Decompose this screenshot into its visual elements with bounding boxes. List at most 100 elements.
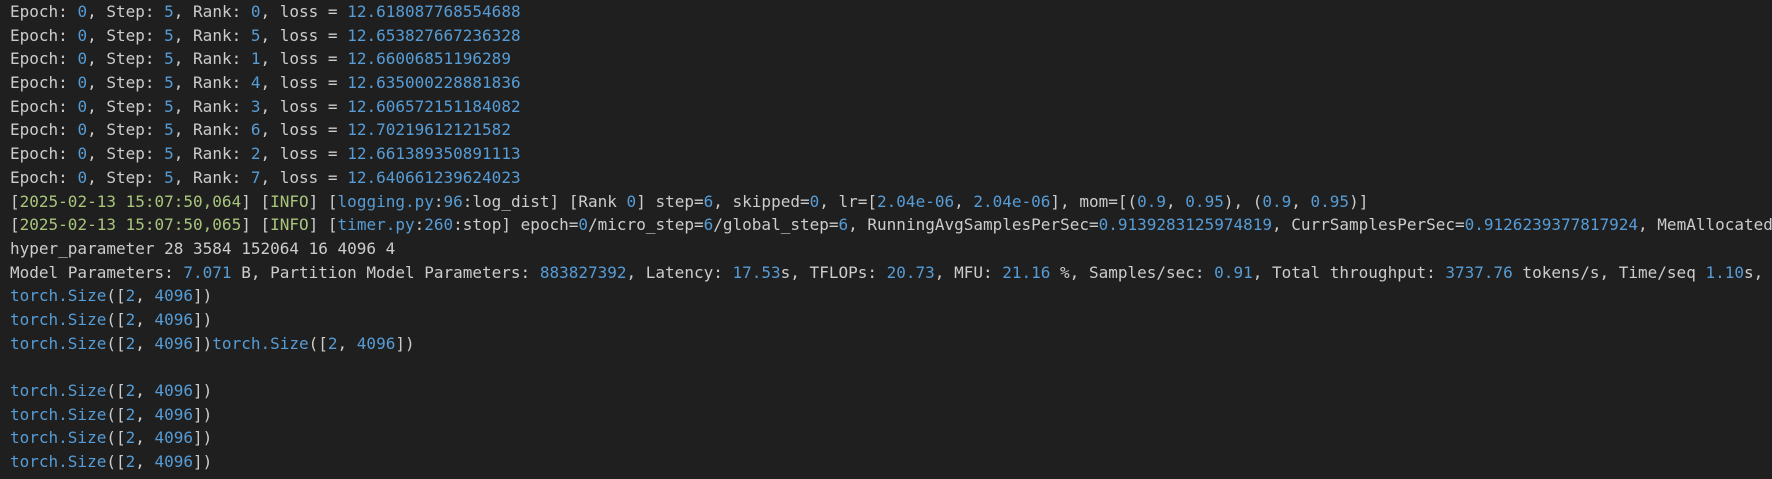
- terminal-text: 12.70219612121582: [347, 120, 511, 140]
- terminal-text: 0: [77, 96, 88, 116]
- terminal-line: hyper_parameter 28 3584 152064 16 4096 4: [10, 237, 1772, 261]
- terminal-text: 2: [125, 286, 136, 306]
- terminal-text: , Step:: [87, 49, 165, 69]
- terminal-text: B, Partition Model Parameters:: [231, 262, 540, 282]
- terminal-text: ]): [193, 381, 213, 400]
- terminal-text: 0: [77, 25, 88, 45]
- terminal-text: , skipped=: [713, 191, 810, 211]
- terminal-text: ,: [135, 381, 155, 400]
- terminal-line: [2025-02-13 15:07:50,064] [INFO] [loggin…: [10, 190, 1772, 214]
- terminal-text: ,: [135, 309, 155, 329]
- terminal-text: , Rank:: [173, 144, 251, 164]
- terminal-text: 0: [77, 167, 88, 187]
- terminal-text: 12.635000228881836: [347, 73, 521, 93]
- terminal-text: 0: [77, 2, 88, 21]
- terminal-text: , Rank:: [173, 25, 251, 45]
- terminal-output[interactable]: Epoch: 0, Step: 5, Rank: 0, loss = 12.61…: [0, 0, 1772, 479]
- terminal-text: ), (: [1223, 191, 1263, 211]
- terminal-line: torch.Size([2, 4096]): [10, 403, 1772, 427]
- terminal-text: 2: [125, 333, 136, 353]
- terminal-text: 2: [125, 381, 136, 400]
- terminal-text: , loss =: [260, 73, 348, 93]
- terminal-text: s,: [1743, 262, 1764, 282]
- terminal-text: Epoch:: [10, 120, 78, 140]
- terminal-text: , Rank:: [173, 167, 251, 187]
- terminal-text: 2: [125, 428, 136, 448]
- terminal-text: 21.16: [1002, 262, 1051, 282]
- terminal-text: , MFU:: [934, 262, 1003, 282]
- terminal-text: 0: [77, 49, 88, 69]
- terminal-text: , loss =: [260, 25, 348, 45]
- terminal-text: 4096: [154, 452, 194, 472]
- terminal-text: hyper_parameter 28 3584 152064 16 4096 4: [10, 238, 396, 258]
- terminal-text: 12.653827667236328: [347, 25, 521, 45]
- terminal-text: INFO: [270, 191, 309, 211]
- terminal-text: 0: [77, 120, 88, 140]
- terminal-text: 4096: [154, 428, 194, 448]
- terminal-text: 7.071: [183, 262, 232, 282]
- terminal-text: ([: [106, 381, 126, 400]
- terminal-text: :stop] epoch=: [453, 215, 579, 235]
- terminal-text: 0: [626, 191, 637, 211]
- terminal-text: , Step:: [87, 144, 165, 164]
- terminal-text: Model Parameters:: [10, 262, 184, 282]
- terminal-text: 6: [838, 215, 849, 235]
- terminal-line: Epoch: 0, Step: 5, Rank: 2, loss = 12.66…: [10, 142, 1772, 166]
- terminal-text: 5: [164, 96, 174, 116]
- terminal-text: 0.9126239377817924: [1464, 215, 1639, 235]
- terminal-text: ]): [193, 428, 213, 448]
- terminal-text: 2025-02-13 15:07:50,064: [19, 191, 242, 211]
- terminal-text: 4096: [356, 333, 396, 353]
- terminal-text: 0.95: [1185, 191, 1224, 211]
- terminal-text: , Step:: [87, 25, 165, 45]
- terminal-text: ,: [135, 404, 155, 424]
- terminal-text: 0.9: [1262, 191, 1292, 211]
- terminal-text: 6: [703, 191, 714, 211]
- terminal-text: 0: [578, 215, 589, 235]
- terminal-text: 3737.76: [1445, 262, 1513, 282]
- terminal-text: 4096: [154, 381, 194, 400]
- terminal-text: 5: [164, 2, 174, 21]
- terminal-text: 260: [424, 215, 454, 235]
- terminal-text: 5: [164, 25, 174, 45]
- terminal-line: Epoch: 0, Step: 5, Rank: 4, loss = 12.63…: [10, 71, 1772, 95]
- terminal-text: , loss =: [260, 96, 348, 116]
- terminal-text: 12.640661239624023: [347, 167, 521, 187]
- terminal-text: 6: [703, 215, 714, 235]
- terminal-text: , Rank:: [173, 73, 251, 93]
- terminal-text: s, TFLOPs:: [780, 262, 887, 282]
- terminal-text: 4096: [154, 333, 194, 353]
- terminal-line: Epoch: 0, Step: 5, Rank: 1, loss = 12.66…: [10, 47, 1772, 71]
- terminal-text: ([: [106, 428, 126, 448]
- terminal-text: 4096: [154, 309, 194, 329]
- terminal-text: torch.Size: [10, 333, 107, 353]
- terminal-text: 20.73: [886, 262, 935, 282]
- terminal-text: ,: [135, 333, 155, 353]
- terminal-text: )]: [1349, 191, 1369, 211]
- terminal-text: 0.9139283125974819: [1098, 215, 1272, 235]
- terminal-text: 5: [164, 120, 174, 140]
- terminal-text: ([: [106, 404, 126, 424]
- terminal-text: ,: [1291, 191, 1311, 211]
- terminal-text: 5: [164, 49, 174, 69]
- terminal-text: 2025-02-13 15:07:50,065: [19, 215, 242, 235]
- terminal-text: :: [433, 191, 444, 211]
- terminal-line: torch.Size([2, 4096]): [10, 308, 1772, 332]
- terminal-text: ([: [106, 333, 126, 353]
- terminal-text: 0: [77, 73, 88, 93]
- terminal-text: ]): [193, 286, 213, 306]
- terminal-text: torch.Size: [10, 428, 107, 448]
- terminal-text: ] [: [308, 191, 338, 211]
- terminal-text: 2: [125, 404, 136, 424]
- terminal-text: ]): [193, 452, 213, 472]
- terminal-text: ], mom=[(: [1050, 191, 1138, 211]
- terminal-text: torch.Size: [10, 286, 107, 306]
- terminal-text: torch.Size: [10, 309, 107, 329]
- terminal-line: torch.Size([2, 4096]): [10, 379, 1772, 403]
- terminal-text: , RunningAvgSamplesPerSec=: [848, 215, 1099, 235]
- terminal-text: , Rank:: [173, 96, 251, 116]
- terminal-text: Epoch:: [10, 73, 78, 93]
- terminal-text: , loss =: [260, 144, 348, 164]
- terminal-text: 12.661389350891113: [347, 144, 521, 164]
- terminal-text: 96: [443, 191, 463, 211]
